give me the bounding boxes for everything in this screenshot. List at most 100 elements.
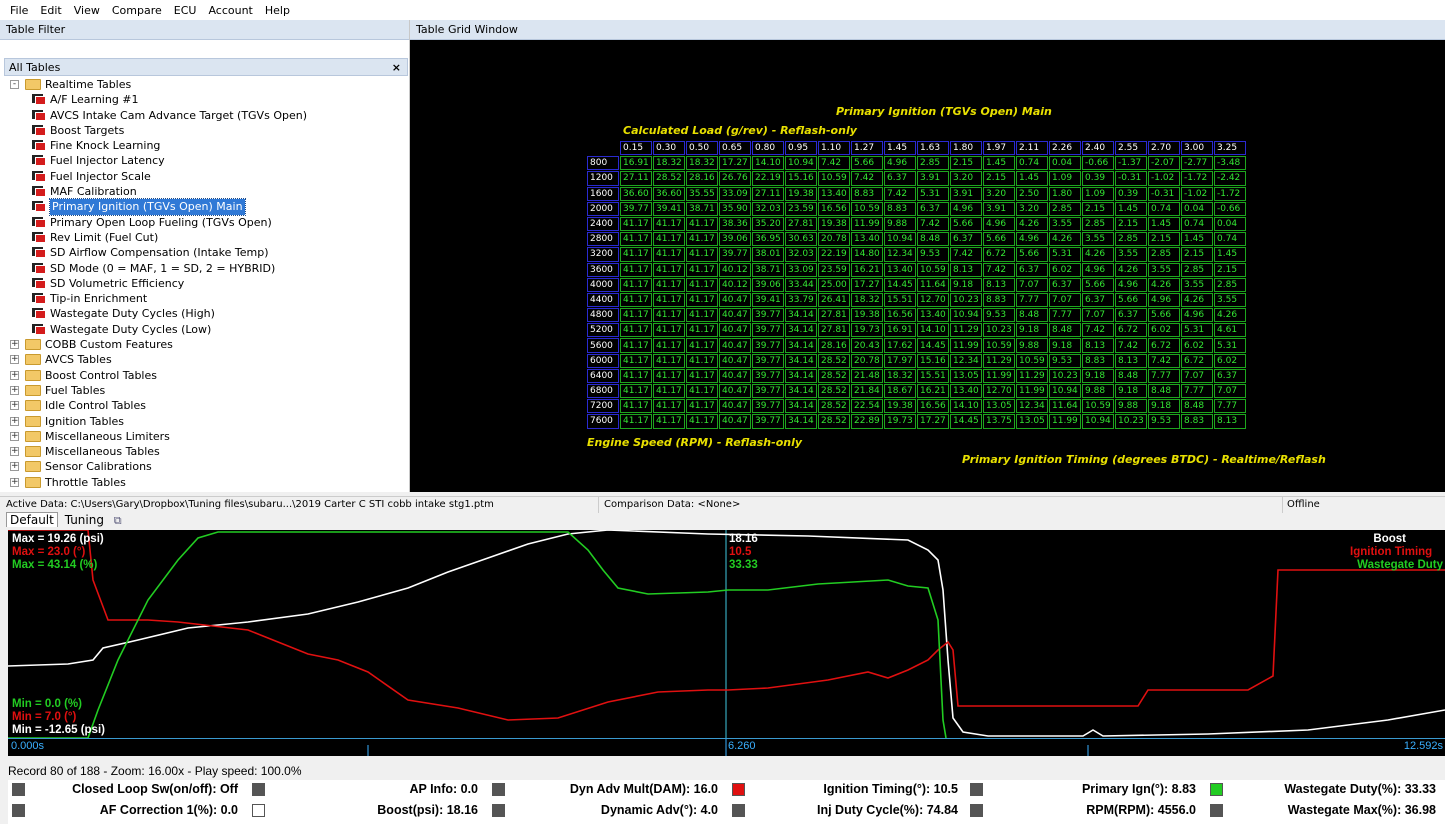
y-axis-header[interactable]: 5600 [587, 338, 619, 353]
table-cell[interactable]: 2.85 [1115, 232, 1147, 247]
x-axis-header[interactable]: 1.27 [851, 141, 883, 156]
table-cell[interactable]: 41.17 [686, 338, 718, 353]
table-cell[interactable]: 2.15 [1148, 232, 1180, 247]
table-cell[interactable]: 6.72 [1115, 323, 1147, 338]
expand-icon[interactable]: + [10, 370, 19, 380]
table-cell[interactable]: 27.11 [752, 186, 784, 201]
table-cell[interactable]: 41.17 [686, 414, 718, 429]
table-cell[interactable]: 5.66 [851, 156, 883, 171]
table-cell[interactable]: 41.17 [686, 277, 718, 292]
table-cell[interactable]: 41.17 [653, 353, 685, 368]
table-cell[interactable]: 16.56 [884, 308, 916, 323]
table-cell[interactable]: 9.53 [1148, 414, 1180, 429]
table-cell[interactable]: 18.32 [851, 292, 883, 308]
table-cell[interactable]: 41.17 [620, 414, 652, 429]
parameter-color-swatch[interactable] [492, 804, 505, 817]
table-cell[interactable]: 41.17 [653, 414, 685, 429]
tree-folder[interactable]: + Boost Control Tables [4, 368, 408, 383]
table-cell[interactable]: 7.77 [1214, 399, 1246, 414]
x-axis-header[interactable]: 0.30 [653, 141, 685, 156]
table-cell[interactable]: 11.99 [983, 368, 1015, 383]
menu-help[interactable]: Help [259, 4, 296, 17]
table-cell[interactable]: 38.71 [686, 201, 718, 216]
tree-folder[interactable]: - Realtime Tables [4, 77, 408, 92]
table-cell[interactable]: 41.17 [620, 308, 652, 323]
table-cell[interactable]: 0.04 [1049, 156, 1081, 171]
table-cell[interactable]: 7.07 [1049, 292, 1081, 308]
table-cell[interactable]: 3.91 [983, 201, 1015, 216]
table-cell[interactable]: 5.31 [917, 186, 949, 201]
table-cell[interactable]: 4.96 [983, 216, 1015, 232]
table-cell[interactable]: 4.96 [950, 201, 982, 216]
table-cell[interactable]: -0.31 [1148, 186, 1180, 201]
table-cell[interactable]: 34.14 [785, 414, 817, 429]
table-cell[interactable]: 13.40 [917, 308, 949, 323]
table-cell[interactable]: 1.80 [1049, 186, 1081, 201]
table-cell[interactable]: 6.02 [1181, 338, 1213, 353]
table-cell[interactable]: 40.47 [719, 384, 751, 399]
table-cell[interactable]: 0.04 [1214, 216, 1246, 232]
table-cell[interactable]: -1.02 [1148, 171, 1180, 186]
table-cell[interactable]: 1.45 [1115, 201, 1147, 216]
table-cell[interactable]: 11.64 [1049, 399, 1081, 414]
table-cell[interactable]: 21.48 [851, 368, 883, 383]
datalog-chart[interactable]: Max = 19.26 (psi) Max = 23.0 (°) Max = 4… [8, 530, 1445, 756]
table-cell[interactable]: 4.26 [1115, 262, 1147, 277]
table-cell[interactable]: 4.96 [1148, 292, 1180, 308]
table-cell[interactable]: 8.13 [983, 277, 1015, 292]
table-cell[interactable]: 13.05 [950, 368, 982, 383]
table-cell[interactable]: 10.23 [1049, 368, 1081, 383]
table-cell[interactable]: 2.85 [1214, 277, 1246, 292]
table-cell[interactable]: 5.66 [1082, 277, 1114, 292]
tree-folder[interactable]: + Idle Control Tables [4, 398, 408, 413]
table-cell[interactable]: 17.62 [884, 338, 916, 353]
table-cell[interactable]: 7.42 [851, 171, 883, 186]
table-cell[interactable]: 39.41 [653, 201, 685, 216]
table-cell[interactable]: 19.38 [785, 186, 817, 201]
table-cell[interactable]: 9.88 [1082, 384, 1114, 399]
table-cell[interactable]: 4.61 [1214, 323, 1246, 338]
table-cell[interactable]: 33.79 [785, 292, 817, 308]
table-cell[interactable]: 11.99 [851, 216, 883, 232]
table-cell[interactable]: 41.17 [653, 232, 685, 247]
table-cell[interactable]: 1.45 [983, 156, 1015, 171]
table-cell[interactable]: 7.42 [983, 262, 1015, 277]
table-cell[interactable]: 5.66 [1115, 292, 1147, 308]
table-cell[interactable]: 2.15 [1082, 201, 1114, 216]
table-cell[interactable]: 5.66 [983, 232, 1015, 247]
table-cell[interactable]: 23.59 [818, 262, 850, 277]
table-cell[interactable]: 39.77 [719, 247, 751, 262]
table-cell[interactable]: 18.32 [653, 156, 685, 171]
table-cell[interactable]: 41.17 [686, 323, 718, 338]
tree-item[interactable]: Fuel Injector Scale [4, 169, 408, 184]
table-cell[interactable]: 16.91 [620, 156, 652, 171]
table-cell[interactable]: 19.73 [884, 414, 916, 429]
table-cell[interactable]: -1.02 [1181, 186, 1213, 201]
table-cell[interactable]: 10.59 [983, 338, 1015, 353]
y-axis-header[interactable]: 6000 [587, 353, 619, 368]
table-cell[interactable]: -1.72 [1214, 186, 1246, 201]
table-cell[interactable]: 28.52 [818, 353, 850, 368]
table-cell[interactable]: 40.12 [719, 277, 751, 292]
table-cell[interactable]: 9.53 [983, 308, 1015, 323]
table-cell[interactable]: 8.13 [1115, 353, 1147, 368]
expand-icon[interactable]: + [10, 477, 19, 487]
table-cell[interactable]: 41.17 [620, 368, 652, 383]
table-cell[interactable]: 2.85 [1082, 216, 1114, 232]
table-cell[interactable]: 14.10 [950, 399, 982, 414]
table-cell[interactable]: 7.42 [1115, 338, 1147, 353]
table-cell[interactable]: 11.99 [1016, 384, 1048, 399]
table-cell[interactable]: 41.17 [620, 232, 652, 247]
table-cell[interactable]: 8.83 [884, 201, 916, 216]
table-cell[interactable]: 11.64 [917, 277, 949, 292]
table-cell[interactable]: 41.17 [653, 262, 685, 277]
table-cell[interactable]: 10.59 [818, 171, 850, 186]
table-cell[interactable]: 35.90 [719, 201, 751, 216]
table-cell[interactable]: 5.66 [950, 216, 982, 232]
table-cell[interactable]: 20.78 [851, 353, 883, 368]
table-cell[interactable]: 3.91 [917, 171, 949, 186]
table-cell[interactable]: 2.15 [983, 171, 1015, 186]
table-cell[interactable]: 9.18 [950, 277, 982, 292]
parameter-color-swatch[interactable] [252, 804, 265, 817]
table-cell[interactable]: 41.17 [620, 399, 652, 414]
